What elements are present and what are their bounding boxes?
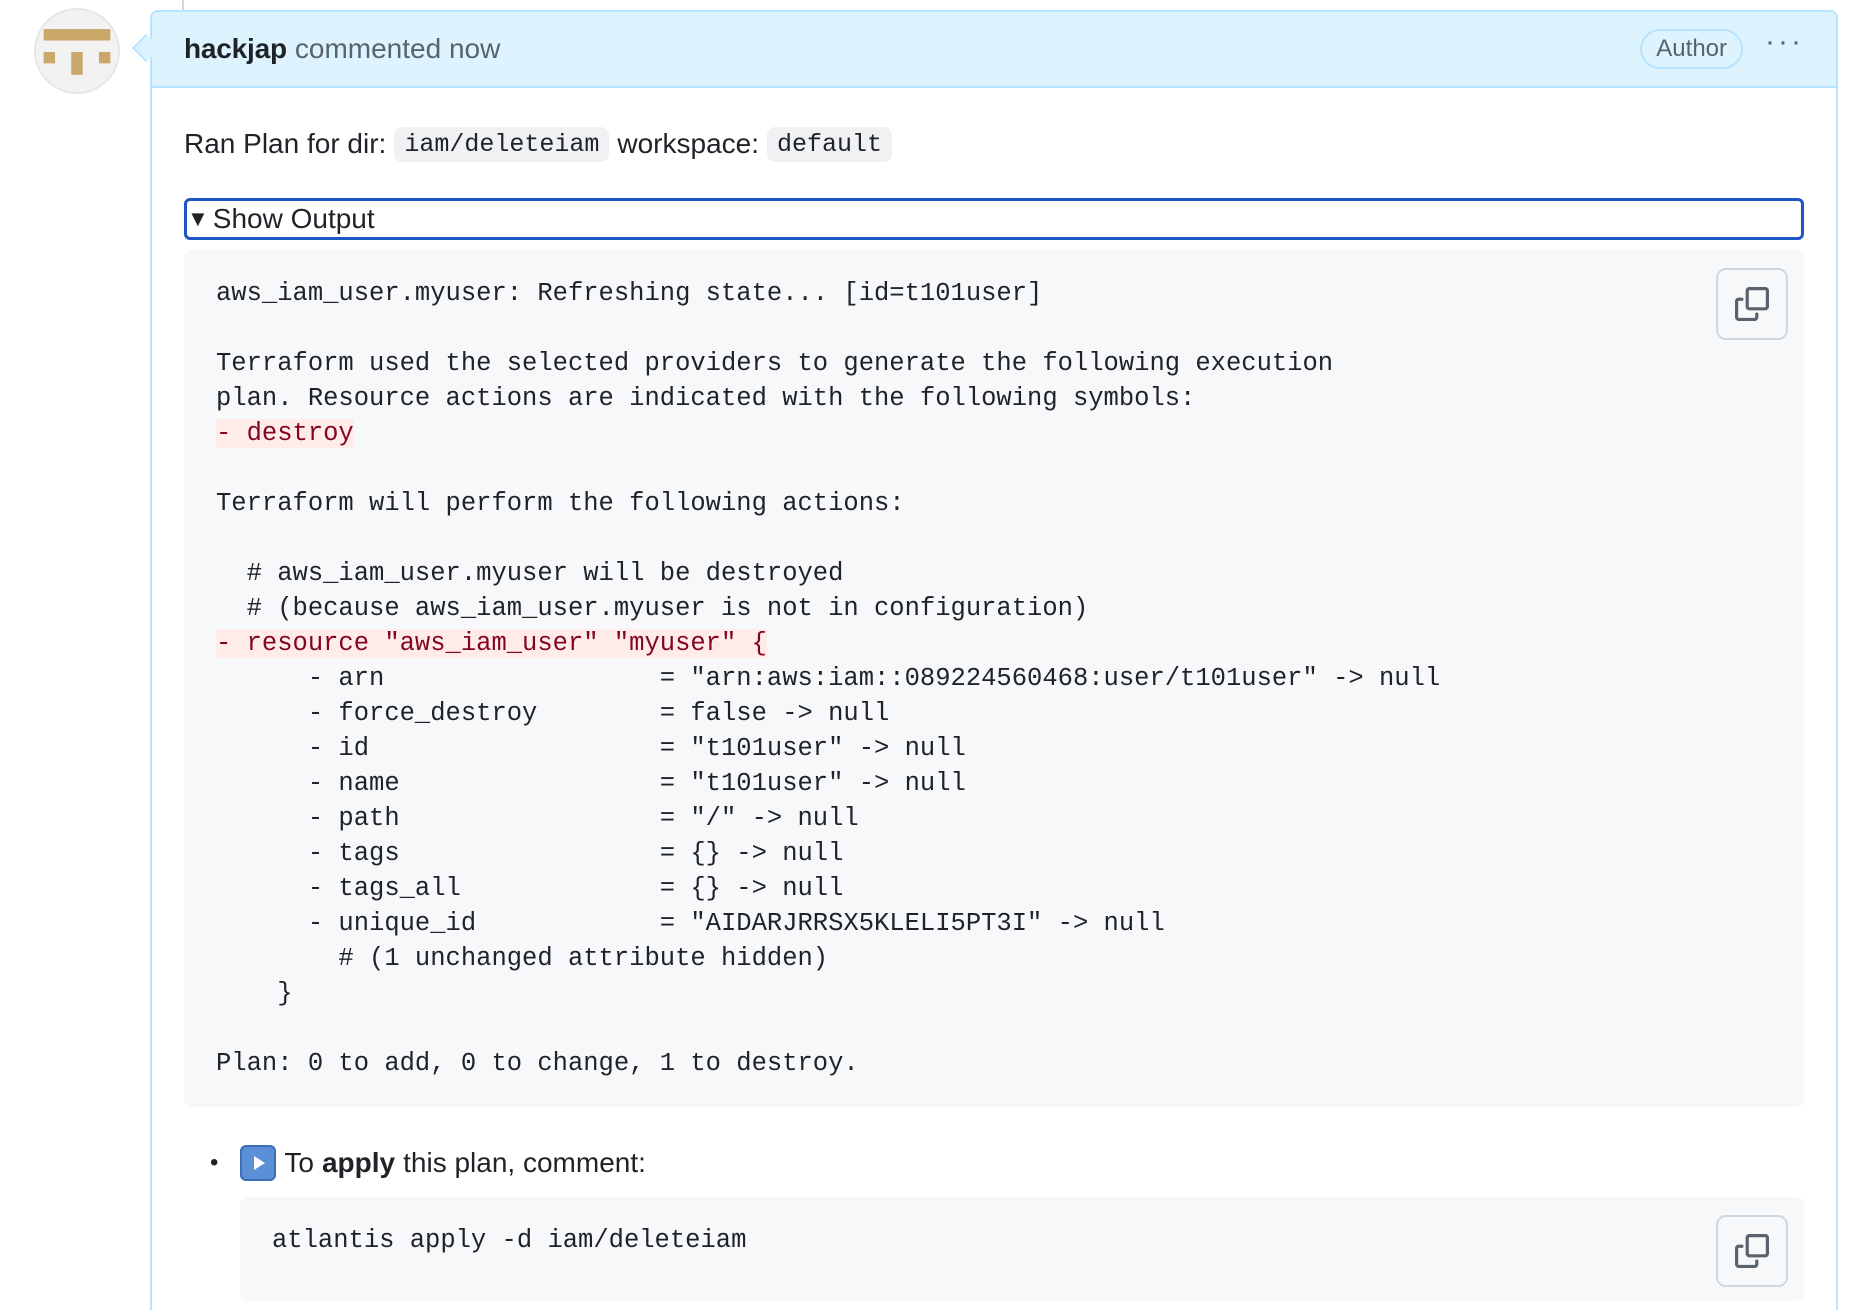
output-line: - arn = "arn:aws:iam::089224560468:user/…	[216, 664, 1441, 693]
plan-output-block: aws_iam_user.myuser: Refreshing state...…	[184, 250, 1804, 1107]
output-line: }	[216, 979, 293, 1008]
output-line: - path = "/" -> null	[216, 804, 859, 833]
output-line: aws_iam_user.myuser: Refreshing state...…	[216, 279, 1043, 308]
dir-code: iam/deleteiam	[394, 126, 610, 162]
output-line: - unique_id = "AIDARJRRSX5KLELI5PT3I" ->…	[216, 909, 1165, 938]
summary-label: Show Output	[212, 203, 375, 234]
workspace-code: default	[767, 126, 893, 162]
output-line: - tags_all = {} -> null	[216, 874, 844, 903]
plan-intro: Ran Plan for dir: iam/deleteiam workspac…	[184, 124, 1804, 164]
identicon-icon	[36, 10, 118, 92]
comment-header: hackjap commented now Author ···	[152, 12, 1836, 88]
intro-prefix: Ran Plan for dir:	[184, 128, 387, 159]
output-line: plan. Resource actions are indicated wit…	[216, 384, 1196, 413]
output-line: # (because aws_iam_user.myuser is not in…	[216, 594, 1089, 623]
copy-icon	[1735, 1234, 1769, 1268]
copy-output-button[interactable]	[1716, 268, 1788, 340]
bullet: •	[210, 1149, 219, 1176]
deleted-output-line: - resource "aws_iam_user" "myuser" {	[216, 629, 767, 658]
comment-body: Ran Plan for dir: iam/deleteiam workspac…	[152, 88, 1836, 1301]
output-line: Terraform used the selected providers to…	[216, 349, 1334, 378]
copy-icon	[1735, 287, 1769, 321]
disclosure-triangle-icon: ▼	[187, 206, 209, 231]
output-line: # aws_iam_user.myuser will be destroyed	[216, 559, 844, 588]
more-options-icon[interactable]: ···	[1765, 27, 1804, 57]
play-button-icon	[240, 1145, 277, 1181]
output-line: # (1 unchanged attribute hidden)	[216, 944, 829, 973]
apply-bold: apply	[321, 1147, 396, 1178]
show-output-summary[interactable]: ▼ Show Output	[184, 198, 1804, 240]
output-line: Plan: 0 to add, 0 to change, 1 to destro…	[216, 1049, 859, 1078]
apply-prefix: To	[284, 1147, 314, 1178]
apply-instructions: • To apply this plan, comment: atlantis …	[184, 1143, 1804, 1301]
author-link[interactable]: hackjap	[184, 33, 287, 65]
author-badge: Author	[1640, 29, 1744, 69]
deleted-output-line: - destroy	[216, 419, 354, 448]
list-item: • To apply this plan, comment:	[210, 1143, 1804, 1183]
output-line: - force_destroy = false -> null	[216, 699, 890, 728]
output-line: Terraform will perform the following act…	[216, 489, 905, 518]
output-line: - tags = {} -> null	[216, 839, 844, 868]
avatar[interactable]	[34, 8, 120, 94]
comment-timestamp[interactable]: commented now	[295, 33, 500, 65]
copy-command-button[interactable]	[1716, 1215, 1788, 1287]
output-line: - id = "t101user" -> null	[216, 734, 966, 763]
apply-suffix: this plan, comment:	[403, 1147, 646, 1178]
plan-output-text[interactable]: aws_iam_user.myuser: Refreshing state...…	[216, 276, 1772, 1081]
apply-command-block: atlantis apply -d iam/deleteiam	[240, 1197, 1804, 1301]
output-line: - name = "t101user" -> null	[216, 769, 966, 798]
comment-card: hackjap commented now Author ··· Ran Pla…	[150, 10, 1838, 1310]
apply-command-text[interactable]: atlantis apply -d iam/deleteiam	[272, 1223, 1772, 1258]
workspace-label: workspace:	[617, 128, 759, 159]
